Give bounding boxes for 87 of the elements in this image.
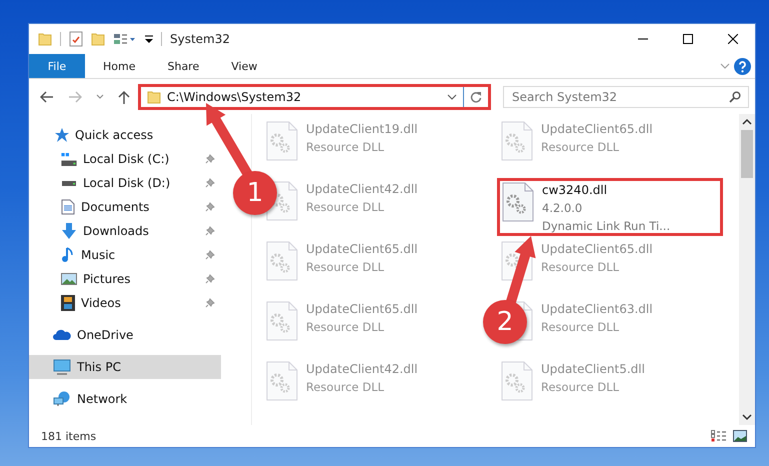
large-icons-view-icon[interactable] xyxy=(733,430,747,442)
search-icon xyxy=(729,90,741,102)
file-name: cw3240.dll xyxy=(542,182,608,199)
ribbon-tab[interactable]: File xyxy=(29,54,85,78)
file-name: UpdateClient65.dll xyxy=(541,241,653,258)
star-icon xyxy=(53,127,69,143)
file-name: UpdateClient5.dll xyxy=(541,361,645,378)
file-name: UpdateClient42.dll xyxy=(306,361,418,378)
item-count: 181 items xyxy=(41,430,96,442)
file-name: UpdateClient63.dll xyxy=(541,301,653,318)
sidebar-item[interactable]: Downloads xyxy=(29,219,221,243)
dll-file-gear-icon xyxy=(501,361,533,401)
dll-file-gear-icon xyxy=(266,121,298,161)
sidebar-item[interactable]: Network xyxy=(29,387,221,411)
network-globe-icon xyxy=(53,391,71,407)
scroll-up-icon[interactable] xyxy=(742,118,752,126)
music-note-icon xyxy=(61,247,75,263)
file-detail: Dynamic Link Run Ti... xyxy=(542,218,670,235)
help-icon[interactable] xyxy=(734,58,751,74)
up-arrow-icon[interactable] xyxy=(118,90,130,104)
recent-caret-icon[interactable] xyxy=(96,94,104,100)
address-bar[interactable]: C:\Windows\System32 xyxy=(138,84,491,110)
pin-icon xyxy=(205,178,215,188)
pin-icon xyxy=(205,250,215,260)
sidebar-item[interactable]: Local Disk (D:) xyxy=(29,171,221,195)
file-detail: Resource DLL xyxy=(541,319,620,336)
file-detail: Resource DLL xyxy=(306,319,386,336)
minimize-icon xyxy=(638,38,648,40)
pin-icon xyxy=(205,298,215,308)
search-field[interactable]: Search System32 xyxy=(503,86,749,108)
ribbon-tab[interactable]: Share xyxy=(153,54,214,78)
sidebar-item[interactable]: Local Disk (C:) xyxy=(29,147,221,171)
landscape-picture-icon xyxy=(61,272,77,286)
scrollbar-thumb[interactable] xyxy=(741,130,753,178)
dll-file-gear-icon xyxy=(502,182,534,222)
expand-ribbon-icon[interactable] xyxy=(720,63,730,69)
download-arrow-icon xyxy=(61,223,77,239)
sidebar-item[interactable]: Pictures xyxy=(29,267,221,291)
properties-icon[interactable] xyxy=(69,31,83,47)
details-view-icon[interactable] xyxy=(711,430,727,442)
film-strip-icon xyxy=(61,295,75,311)
dropdown-icon[interactable] xyxy=(145,34,153,44)
file-detail: 4.2.0.0 xyxy=(542,200,584,217)
file-detail: Resource DLL xyxy=(306,379,386,396)
ribbon-tab[interactable]: Home xyxy=(89,54,150,78)
dll-file-gear-icon xyxy=(266,301,298,341)
dll-file-gear-icon xyxy=(266,241,298,281)
file-name: UpdateClient65.dll xyxy=(306,241,418,258)
sidebar-item[interactable]: Documents xyxy=(29,195,221,219)
window-title: System32 xyxy=(170,32,230,46)
pin-icon xyxy=(205,202,215,212)
document-icon xyxy=(61,199,75,215)
folder-icon xyxy=(147,90,161,104)
sidebar-item[interactable]: OneDrive xyxy=(29,323,221,347)
file-name: UpdateClient42.dll xyxy=(306,181,418,198)
monitor-icon xyxy=(53,359,71,375)
sidebar-item[interactable]: Videos xyxy=(29,291,221,315)
file-name: UpdateClient65.dll xyxy=(306,301,418,318)
file-detail: Resource DLL xyxy=(306,139,386,156)
sidebar-item[interactable]: This PC xyxy=(29,355,221,379)
file-name: UpdateClient65.dll xyxy=(541,121,653,138)
scroll-down-icon[interactable] xyxy=(742,413,752,421)
pin-icon xyxy=(205,226,215,236)
file-name: UpdateClient19.dll xyxy=(306,121,418,138)
scrollbar[interactable] xyxy=(739,114,755,425)
close-icon xyxy=(728,34,738,44)
file-detail: Resource DLL xyxy=(306,199,386,216)
file-detail: Resource DLL xyxy=(541,259,620,276)
dll-file-gear-icon xyxy=(501,121,533,161)
file-detail: Resource DLL xyxy=(541,139,620,156)
refresh-icon[interactable] xyxy=(470,90,482,102)
pin-icon xyxy=(205,154,215,164)
ribbon-tab[interactable]: View xyxy=(217,54,272,78)
sidebar-item[interactable]: Quick access xyxy=(29,123,221,147)
cloud-icon xyxy=(53,329,71,341)
address-path: C:\Windows\System32 xyxy=(167,90,302,104)
maximize-icon xyxy=(682,34,692,44)
sidebar-item[interactable]: Music xyxy=(29,243,221,267)
drive-icon xyxy=(62,180,76,186)
back-arrow-icon[interactable] xyxy=(40,90,54,102)
pin-icon xyxy=(205,274,215,284)
dll-file-gear-icon xyxy=(266,361,298,401)
system-drive-icon xyxy=(61,152,77,166)
customize-caret-icon[interactable] xyxy=(113,32,137,46)
file-detail: Resource DLL xyxy=(541,379,620,396)
dropdown-caret-icon[interactable] xyxy=(447,94,457,100)
file-detail: Resource DLL xyxy=(306,259,386,276)
